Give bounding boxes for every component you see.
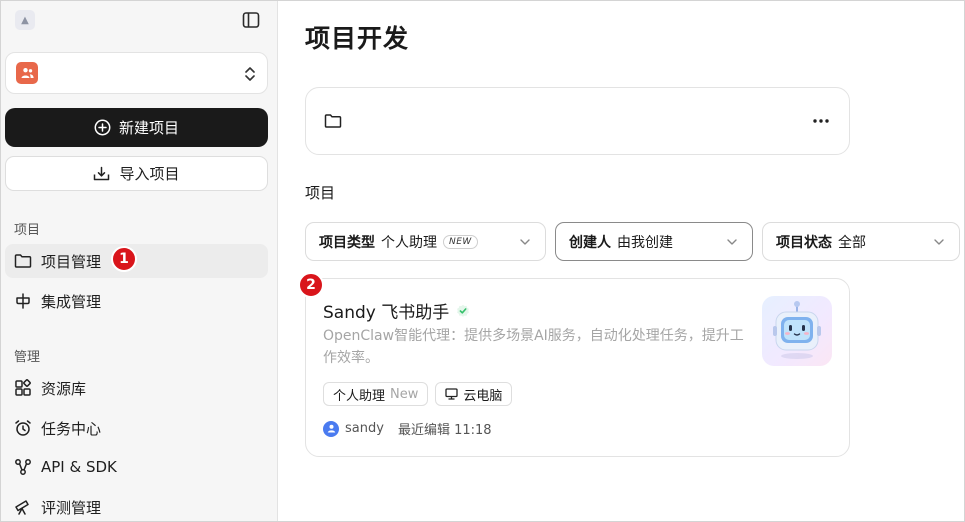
user-avatar [323,420,339,437]
space-name [48,65,88,81]
last-edited: 最近编辑 11:18 [397,423,492,438]
sidebar: ▲ 新建项目 导入项目 项目 项目管理 1 集成管理 管理 资源库 任务中心 A… [1,1,278,521]
filter-value: 个人助理 [381,234,437,251]
new-tag: NEW [443,234,478,249]
sidebar-item-api-sdk[interactable]: API & SDK [5,450,268,484]
sidebar-item-task-center[interactable]: 任务中心 [5,411,268,445]
new-project-button[interactable]: 新建项目 [5,108,268,147]
sidebar-item-integration-management[interactable]: 集成管理 [5,284,268,318]
section-label-projects: 项目 [14,223,41,238]
author-name: sandy [345,421,384,436]
filter-project-status[interactable]: 项目状态 全部 [762,222,960,261]
sidebar-item-label: 项目管理 [41,252,102,271]
space-selector[interactable] [5,52,268,94]
project-title: Sandy 飞书助手 [323,298,470,323]
folder-card[interactable] [305,87,850,155]
sidebar-item-resource-library[interactable]: 资源库 [5,371,268,405]
filter-project-type[interactable]: 项目类型 个人助理 NEW [305,222,546,261]
step-badge-1: 1 [111,246,137,272]
telescope-icon [14,498,32,516]
project-description: OpenClaw智能代理：提供多场景AI服务，自动化处理任务，提升工作效率。 [323,328,744,366]
tag-personal-assistant: 个人助理 New [323,382,429,406]
sidebar-toggle-icon[interactable] [242,11,260,29]
folder-icon [14,252,32,270]
app-window: ▲ 新建项目 导入项目 项目 项目管理 1 集成管理 管理 资源库 任务中心 A… [0,0,965,522]
project-meta: sandy 最近编辑 11:18 [323,419,492,438]
plus-circle-icon [94,119,111,136]
sidebar-item-evaluation[interactable]: 评测管理 [5,490,268,521]
filter-value: 由我创建 [617,234,673,251]
sidebar-item-label: 任务中心 [41,419,102,438]
chevron-down-icon [727,239,737,245]
chevron-down-icon [934,239,944,245]
space-avatar [16,62,38,84]
more-icon[interactable] [810,114,832,128]
filter-value: 全部 [838,234,866,251]
folder-name [348,113,388,129]
robot-mascot-icon [773,301,821,359]
project-tags: 个人助理 New 云电脑 [323,382,513,406]
nodes-icon [14,458,32,476]
sidebar-item-label: 评测管理 [41,498,102,517]
import-tray-icon [94,166,110,180]
monitor-icon [445,388,459,400]
integration-icon [14,292,32,310]
new-project-label: 新建项目 [118,119,179,137]
users-icon [21,68,34,78]
workspace-header: ▲ [13,7,269,33]
section-label-manage: 管理 [14,350,41,365]
step-badge-2: 2 [298,272,324,298]
filter-label: 创建人 [569,234,611,251]
tag-cloud-pc: 云电脑 [435,382,513,406]
tag-extra: New [390,386,419,402]
workspace-logo: ▲ [15,10,35,30]
verified-icon [457,304,470,317]
grid-icon [14,379,32,397]
import-project-label: 导入项目 [119,165,180,183]
workspace-name [41,12,90,28]
chevron-down-icon [520,239,530,245]
sidebar-item-label: 资源库 [41,379,87,398]
section-title-projects: 项目 [305,184,336,202]
user-icon [327,424,335,433]
filter-label: 项目类型 [319,234,375,251]
alarm-clock-icon [14,419,32,437]
import-project-button[interactable]: 导入项目 [5,156,268,191]
filter-creator[interactable]: 创建人 由我创建 [555,222,753,261]
chevron-updown-icon [245,67,255,81]
sidebar-item-label: API & SDK [41,458,117,476]
sidebar-item-label: 集成管理 [41,292,102,311]
tag-label: 云电脑 [463,388,503,404]
page-title: 项目开发 [305,24,410,53]
folder-icon [324,114,342,128]
project-card[interactable]: Sandy 飞书助手 OpenClaw智能代理：提供多场景AI服务，自动化处理任… [305,278,850,457]
main-content: 项目开发 项目 项目类型 个人助理 NEW 创建人 由我创建 项目状态 全部 S… [279,1,964,521]
project-title-text: Sandy 飞书助手 [323,303,450,323]
project-thumbnail [762,296,832,366]
filter-label: 项目状态 [776,234,832,251]
tag-label: 个人助理 [333,388,386,404]
